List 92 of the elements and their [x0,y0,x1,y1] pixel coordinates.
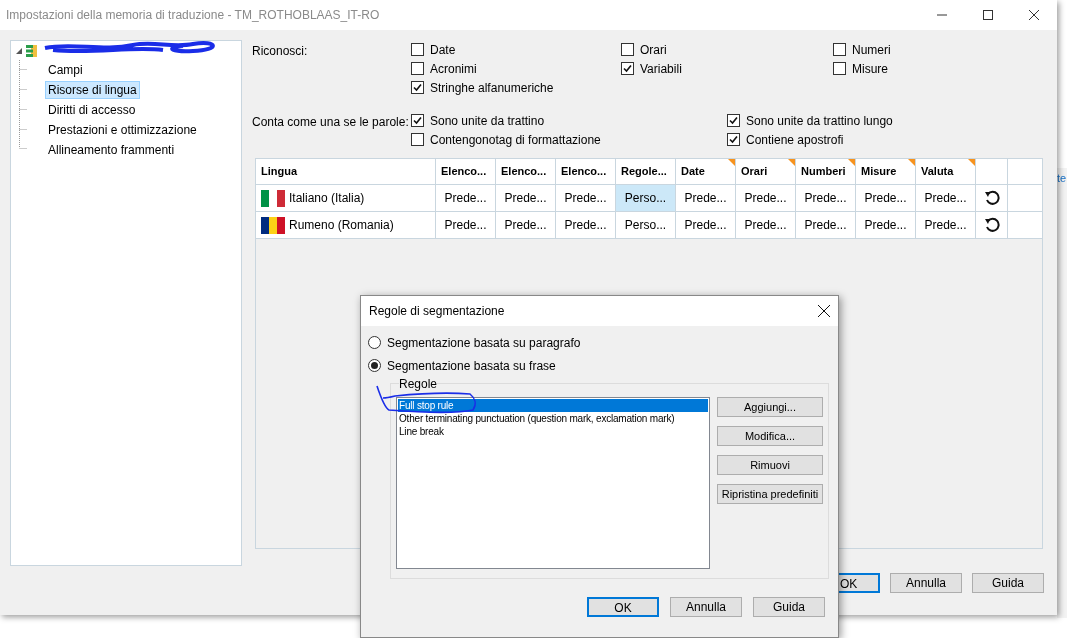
dialog-button[interactable]: OK [587,597,659,617]
language-cell[interactable]: Rumeno (Romania) [256,212,436,238]
dialog-button[interactable]: Guida [753,597,825,617]
table-cell[interactable]: Prede... [856,185,916,211]
maximize-icon[interactable] [983,10,993,20]
reset-icon[interactable] [983,217,1000,233]
checkbox[interactable] [833,62,846,75]
column-header[interactable]: Regole... [616,159,676,184]
rule-item[interactable]: Other terminating punctuation (question mark, exclamation mark) [398,412,708,425]
tree-item[interactable]: Diritti di accesso [45,101,139,119]
corner-flag-icon [848,159,855,166]
checkbox[interactable] [411,133,424,146]
table-cell[interactable]: Prede... [796,212,856,238]
window-title: Impostazioni della memoria di traduzione - TM_ROTHOBLAAS_IT-RO [6,7,381,24]
checkbox-label: Stringhe alfanumeriche [430,79,554,97]
table-cell[interactable]: Prede... [916,185,976,211]
close-icon[interactable] [818,305,830,317]
tree-item[interactable]: Allineamento frammenti [45,141,178,159]
language-cell[interactable]: Italiano (Italia) [256,185,436,211]
table-cell[interactable]: Prede... [436,185,496,211]
checkbox-label: Numeri [852,41,891,59]
checkbox-label: Contengonotag di formattazione [430,131,601,149]
checkbox-label: Variabili [640,60,682,78]
table-cell[interactable]: Perso... [616,185,676,211]
dialog-button[interactable]: Annulla [890,573,962,593]
checkbox[interactable] [727,133,740,146]
table-cell[interactable]: Prede... [736,212,796,238]
checkbox[interactable] [621,62,634,75]
table-cell[interactable]: Prede... [556,212,616,238]
table-cell[interactable]: Prede... [676,185,736,211]
group-label: Regole [399,377,438,391]
tree-item[interactable]: Prestazioni e ottimizzazione [45,121,200,139]
corner-flag-icon [908,159,915,166]
checkbox-label: Sono unite da trattino [430,112,545,130]
language-name: Italiano (Italia) [289,190,365,207]
tree-item[interactable]: Campi [45,61,86,79]
checkbox[interactable] [621,43,634,56]
checkbox[interactable] [411,81,424,94]
checkbox[interactable] [411,114,424,127]
checkbox-label: Orari [640,41,667,59]
side-button[interactable]: Rimuovi [717,455,823,475]
checkbox[interactable] [833,43,846,56]
recognize-label: Riconosci: [252,43,309,60]
column-header[interactable]: Date [676,159,736,184]
checkbox-label: Acronimi [430,60,477,78]
side-button[interactable]: Ripristina predefiniti [717,484,823,504]
checkbox-label: Contiene apostrofi [746,131,844,149]
reset-icon[interactable] [983,190,1000,206]
tree-item[interactable]: Risorse di lingua [45,81,140,99]
table-cell[interactable]: Prede... [856,212,916,238]
corner-flag-icon [728,159,735,166]
dialog-title: Regole di segmentazione [369,303,505,320]
table-cell[interactable]: Prede... [496,212,556,238]
close-icon[interactable] [1029,10,1039,20]
background-link[interactable]: te [1057,170,1067,187]
side-button[interactable]: Aggiungi... [717,397,823,417]
table-cell[interactable]: Prede... [916,212,976,238]
dialog-button[interactable]: Annulla [670,597,742,617]
column-header[interactable]: Valuta [916,159,976,184]
column-header[interactable]: Numberi [796,159,856,184]
table-cell[interactable]: Perso... [616,212,676,238]
table-cell[interactable]: Prede... [676,212,736,238]
checkbox[interactable] [727,114,740,127]
language-name: Rumeno (Romania) [289,217,394,234]
rule-item[interactable]: Line break [398,425,708,438]
column-header[interactable]: Elenco... [556,159,616,184]
radio-label: Segmentazione basata su paragrafo [387,334,581,352]
dialog-button[interactable]: Guida [972,573,1044,593]
corner-flag-icon [788,159,795,166]
checkbox-label: Misure [852,60,888,78]
count-as-one-label: Conta come una se le parole: [252,114,410,131]
table-cell[interactable]: Prede... [736,185,796,211]
checkbox[interactable] [411,43,424,56]
expand-icon[interactable] [15,47,23,55]
table-cell[interactable]: Prede... [436,212,496,238]
checkbox-label: Sono unite da trattino lungo [746,112,893,130]
checkbox[interactable] [411,62,424,75]
column-header[interactable]: Elenco... [436,159,496,184]
radio-button[interactable] [368,336,381,349]
rule-item[interactable]: Full stop rule [398,399,708,412]
table-cell[interactable]: Prede... [496,185,556,211]
table-cell[interactable]: Prede... [796,185,856,211]
database-icon [25,44,39,58]
column-header[interactable]: Elenco... [496,159,556,184]
column-header[interactable]: Orari [736,159,796,184]
checkbox-label: Date [430,41,456,59]
side-button[interactable]: Modifica... [717,426,823,446]
column-header[interactable]: Lingua [256,159,436,184]
radio-button[interactable] [368,359,381,372]
column-header[interactable]: Misure [856,159,916,184]
corner-flag-icon [968,159,975,166]
radio-label: Segmentazione basata su frase [387,357,556,375]
